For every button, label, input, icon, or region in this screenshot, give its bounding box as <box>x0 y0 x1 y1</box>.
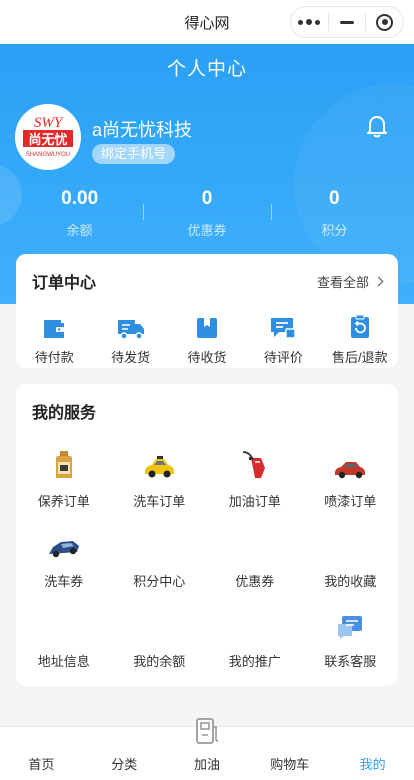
close-button[interactable] <box>366 7 403 37</box>
window-title-bar: 得心网 <box>0 0 414 44</box>
tab-category[interactable]: 分类 <box>83 727 166 780</box>
truck-icon <box>117 320 144 340</box>
brand-logo-icon: SWY 尚无忧 SHANGWUYOU <box>17 106 79 168</box>
target-close-icon <box>376 13 394 31</box>
tab-mine[interactable]: 我的 <box>331 727 414 780</box>
view-all-orders-link[interactable]: 查看全部 <box>317 272 384 291</box>
stat-label: 余额 <box>66 223 93 238</box>
tab-label: 加油 <box>193 757 220 772</box>
more-button[interactable] <box>291 7 328 37</box>
bind-phone-button[interactable]: 绑定手机号 <box>92 144 176 164</box>
service-address[interactable]: 地址信息 <box>16 598 112 678</box>
chat-bubble-icon <box>338 616 363 639</box>
bottom-tab-bar: 首页 分类 加油 购物车 我的 <box>0 718 414 780</box>
account-stats: 0.00 余额 0 优惠券 0 积分 <box>16 184 398 244</box>
fuel-station-icon <box>196 718 219 744</box>
tab-label: 购物车 <box>270 757 310 772</box>
svg-text:尚无忧: 尚无忧 <box>28 132 67 148</box>
bell-icon[interactable] <box>366 114 388 138</box>
minimize-button[interactable] <box>329 7 366 37</box>
minimize-icon <box>340 20 354 24</box>
order-item-label: 待收货 <box>187 350 227 365</box>
service-favorites[interactable]: 我的收藏 <box>303 518 399 598</box>
order-pending-review[interactable]: 待评价 <box>245 308 321 366</box>
stat-value: 0 <box>201 188 213 209</box>
order-item-label: 待付款 <box>34 350 74 365</box>
service-car-wash-orders[interactable]: 洗车订单 <box>112 438 208 518</box>
package-icon <box>197 318 218 338</box>
svg-text:SWY: SWY <box>34 115 64 131</box>
stat-balance[interactable]: 0.00 余额 <box>16 184 143 244</box>
page-title: 个人中心 <box>166 59 247 80</box>
svg-text:SHANGWUYOU: SHANGWUYOU <box>26 152 70 158</box>
tab-fuel[interactable]: 加油 <box>166 718 249 780</box>
stat-value: 0.00 <box>61 188 99 209</box>
service-customer-support[interactable]: 联系客服 <box>303 598 399 678</box>
service-my-balance[interactable]: 我的余额 <box>112 598 208 678</box>
order-item-label: 待发货 <box>111 350 151 365</box>
order-item-label: 待评价 <box>263 350 303 365</box>
user-nickname: a尚无忧科技 <box>92 120 193 140</box>
tab-home[interactable]: 首页 <box>0 727 83 780</box>
wallet-icon <box>44 320 65 338</box>
chevron-right-icon <box>373 276 384 286</box>
stat-label: 优惠券 <box>187 223 227 238</box>
red-car-icon <box>335 462 366 479</box>
order-center-card: 订单中心 查看全部 待付款 待发货 待收货 待评价 售后/退款 <box>16 254 398 368</box>
tab-label: 我的 <box>359 757 386 772</box>
tab-cart[interactable]: 购物车 <box>248 727 331 780</box>
order-after-sales[interactable]: 售后/退款 <box>322 308 398 366</box>
blue-car-icon <box>48 541 79 558</box>
my-services-card: 我的服务 保养订单 洗车订单 加油订单 喷漆订单 洗车券 积分中心 优惠券 我的… <box>16 384 398 686</box>
more-dots-icon <box>298 19 321 25</box>
avatar[interactable]: SWY 尚无忧 SHANGWUYOU <box>15 104 81 170</box>
order-pending-payment[interactable]: 待付款 <box>16 308 92 366</box>
order-center-title: 订单中心 <box>32 275 97 292</box>
stat-value: 0 <box>329 188 340 209</box>
service-fuel-orders[interactable]: 加油订单 <box>207 438 303 518</box>
yellow-car-icon <box>145 456 175 478</box>
order-pending-receipt[interactable]: 待收货 <box>169 308 245 366</box>
service-paint-orders[interactable]: 喷漆订单 <box>303 438 399 518</box>
order-item-label: 售后/退款 <box>332 350 388 365</box>
my-services-title: 我的服务 <box>32 405 97 422</box>
refund-icon <box>350 314 369 338</box>
oil-bottle-icon <box>55 451 72 478</box>
order-pending-shipment[interactable]: 待发货 <box>92 308 168 366</box>
service-points-center[interactable]: 积分中心 <box>112 518 208 598</box>
comment-icon <box>271 318 297 339</box>
stat-label: 积分 <box>321 223 348 238</box>
service-promotion[interactable]: 我的推广 <box>207 598 303 678</box>
tab-label: 首页 <box>28 757 55 772</box>
mini-program-capsule <box>290 6 404 38</box>
service-car-wash-coupon[interactable]: 洗车券 <box>16 518 112 598</box>
tab-label: 分类 <box>111 757 138 772</box>
service-maintenance-orders[interactable]: 保养订单 <box>16 438 112 518</box>
fuel-nozzle-icon <box>242 451 265 478</box>
stat-points[interactable]: 0 积分 <box>270 184 398 244</box>
stat-coupons[interactable]: 0 优惠券 <box>143 184 270 244</box>
service-coupons[interactable]: 优惠券 <box>207 518 303 598</box>
